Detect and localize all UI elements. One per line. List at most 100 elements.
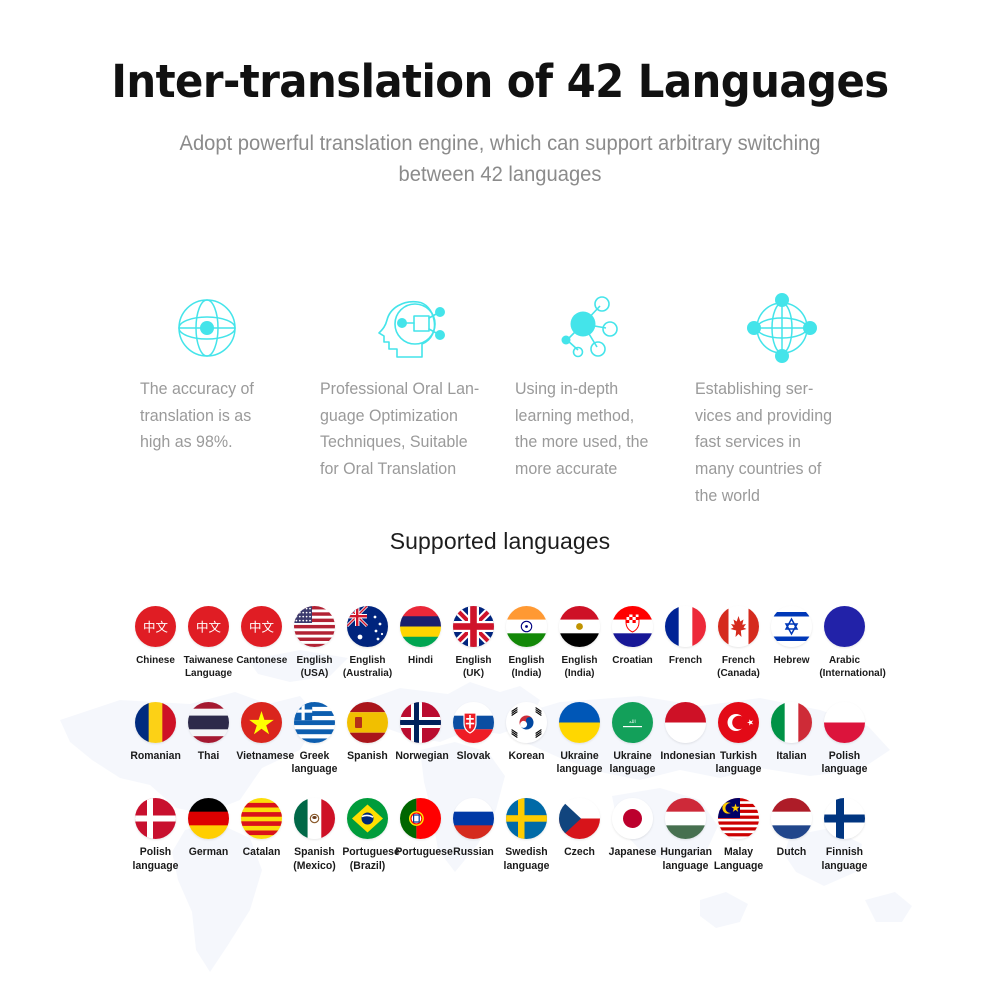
language-label: Spanish bbox=[347, 749, 388, 762]
language-item[interactable]: Ukraine language bbox=[553, 701, 606, 777]
flag-mx-icon bbox=[294, 798, 335, 840]
flag-cn-text-icon: 中文 bbox=[135, 606, 176, 647]
language-item[interactable]: Norwegian bbox=[394, 701, 449, 763]
language-item[interactable]: Hungarian language bbox=[659, 798, 712, 873]
language-item[interactable]: Spanish (Mexico) bbox=[288, 798, 341, 873]
language-label: Arabic (International) bbox=[819, 654, 886, 679]
flag-br-icon bbox=[347, 798, 388, 840]
language-item[interactable]: Turkish language bbox=[712, 701, 765, 777]
language-item[interactable]: Arabic (International) bbox=[818, 606, 886, 680]
supported-languages-heading: Supported languages bbox=[389, 528, 611, 554]
feature-text: Using in-depth learning method, the more… bbox=[515, 380, 649, 479]
language-item[interactable]: 中文 Cantonese bbox=[235, 606, 288, 667]
language-label: Vietnamese bbox=[236, 749, 295, 762]
language-label: Malay Language bbox=[713, 846, 764, 872]
language-item[interactable]: Hebrew bbox=[765, 606, 818, 667]
language-label: Italian bbox=[776, 749, 807, 762]
language-label: Polish language bbox=[821, 749, 868, 775]
language-item[interactable]: Italian bbox=[765, 701, 818, 763]
feature-text: Professional Oral Lan- guage Optimizatio… bbox=[320, 380, 480, 479]
language-item[interactable]: الله Ukraine language bbox=[606, 701, 659, 777]
language-item[interactable]: Portuguese (Brazil) bbox=[341, 798, 400, 873]
language-label: Czech bbox=[564, 846, 595, 859]
flag-sa-icon: الله bbox=[612, 701, 653, 743]
flag-in-icon bbox=[506, 606, 547, 647]
language-item[interactable]: English (Australia) bbox=[341, 606, 394, 680]
language-label: Romanian bbox=[130, 749, 181, 762]
language-item[interactable]: Spanish bbox=[341, 701, 394, 763]
language-label: Polish language bbox=[132, 846, 179, 872]
language-item[interactable]: Romanian bbox=[129, 701, 182, 763]
flag-de-icon bbox=[188, 798, 229, 840]
flag-row-1: 中文 Chinese 中文 Taiwanese Language 中文 Cantonese… bbox=[0, 606, 1000, 680]
language-label: Swedish language bbox=[503, 846, 550, 872]
ai-head-icon bbox=[320, 280, 515, 376]
flag-ru-icon bbox=[453, 798, 494, 840]
flag-it-icon bbox=[771, 701, 812, 743]
language-item[interactable]: Czech bbox=[553, 798, 606, 859]
flag-arabic-blue-icon bbox=[824, 606, 865, 647]
language-item[interactable]: Swedish language bbox=[500, 798, 553, 873]
language-label: Chinese bbox=[136, 654, 175, 666]
language-item[interactable]: 中文 Taiwanese Language bbox=[182, 606, 235, 680]
flag-cat-icon bbox=[241, 798, 282, 840]
feature-item-deep-learning: Using in-depth learning method, the more… bbox=[515, 280, 695, 510]
language-item[interactable]: Greek language bbox=[288, 701, 341, 777]
flag-cn-text-icon: 中文 bbox=[188, 606, 229, 647]
flag-hr-icon bbox=[612, 606, 653, 647]
flag-tr-icon bbox=[718, 701, 759, 743]
language-label: Taiwanese Language bbox=[183, 654, 234, 679]
language-item[interactable]: Korean bbox=[500, 701, 553, 763]
language-item[interactable]: Malay Language bbox=[712, 798, 765, 873]
language-label: Catalan bbox=[242, 846, 281, 859]
language-item[interactable]: English (India) bbox=[553, 606, 606, 680]
language-item[interactable]: French (Canada) bbox=[712, 606, 765, 680]
flag-row-2: Romanian Thai Vietnamese Greek language Span… bbox=[0, 701, 1000, 777]
flag-hu-icon bbox=[665, 798, 706, 840]
language-item[interactable]: Polish language bbox=[129, 798, 182, 873]
language-item[interactable]: English (USA) bbox=[288, 606, 341, 680]
flag-pt-icon bbox=[400, 798, 441, 840]
language-item[interactable]: French bbox=[659, 606, 712, 667]
language-label: Finnish language bbox=[821, 846, 868, 872]
language-item[interactable]: Indonesian bbox=[659, 701, 715, 763]
language-label: Portuguese (Brazil) bbox=[342, 846, 400, 872]
language-item[interactable]: Dutch bbox=[765, 798, 818, 859]
language-item[interactable]: Catalan bbox=[235, 798, 288, 859]
language-item[interactable]: Portuguese bbox=[394, 798, 453, 859]
flag-dk-icon bbox=[135, 798, 176, 840]
language-item[interactable]: English (India) bbox=[500, 606, 553, 680]
language-label: Slovak bbox=[456, 749, 491, 762]
neural-network-icon bbox=[515, 280, 695, 376]
language-label: German bbox=[188, 846, 229, 859]
flag-vn-icon bbox=[241, 701, 282, 743]
language-item[interactable]: Polish language bbox=[818, 701, 871, 777]
flag-es-icon bbox=[347, 701, 388, 743]
language-item[interactable]: 中文 Chinese bbox=[129, 606, 182, 667]
language-label: Russian bbox=[453, 846, 494, 859]
language-item[interactable]: Croatian bbox=[606, 606, 659, 667]
language-item[interactable]: German bbox=[182, 798, 235, 859]
flag-au-icon bbox=[347, 606, 388, 647]
flag-my-icon bbox=[718, 798, 759, 840]
flag-id-icon bbox=[665, 701, 706, 743]
language-item[interactable]: Russian bbox=[447, 798, 500, 859]
language-item[interactable]: Finnish language bbox=[818, 798, 871, 873]
flag-gr-icon bbox=[294, 701, 335, 743]
flag-fi-icon bbox=[824, 798, 865, 840]
language-label: Korean bbox=[508, 749, 545, 762]
page-title: Inter-translation of 42 Languages bbox=[111, 55, 889, 108]
language-item[interactable]: Vietnamese bbox=[235, 701, 295, 763]
language-item[interactable]: Thai bbox=[182, 701, 235, 763]
feature-item-accuracy: The accuracy of translation is as high a… bbox=[140, 280, 320, 510]
flag-fr-icon bbox=[665, 606, 706, 647]
language-label: Ukraine language bbox=[609, 749, 656, 775]
svg-text:中文: 中文 bbox=[143, 620, 169, 635]
language-label: Croatian bbox=[612, 654, 653, 666]
language-item[interactable]: Hindi bbox=[394, 606, 447, 667]
language-label: English (India) bbox=[508, 654, 545, 679]
language-item[interactable]: Slovak bbox=[447, 701, 500, 763]
language-item[interactable]: Japanese bbox=[606, 798, 659, 859]
language-item[interactable]: English (UK) bbox=[447, 606, 500, 680]
language-label: English (India) bbox=[561, 654, 598, 679]
